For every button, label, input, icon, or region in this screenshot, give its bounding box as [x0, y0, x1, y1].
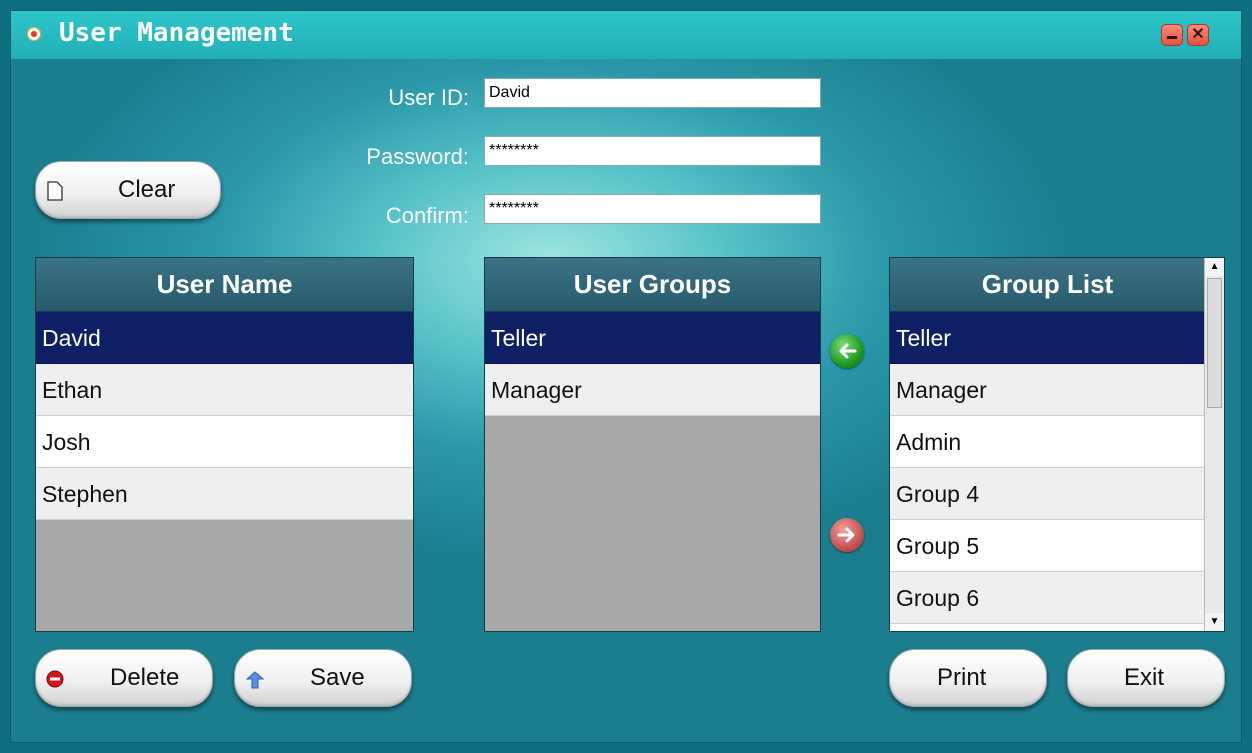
user-name-list[interactable]: User Name David Ethan Josh Stephen	[35, 257, 414, 632]
delete-button[interactable]: Delete	[35, 649, 213, 707]
arrow-right-icon	[837, 527, 855, 543]
exit-button[interactable]: Exit	[1067, 649, 1225, 707]
save-label: Save	[310, 664, 365, 691]
scroll-down-icon[interactable]: ▼	[1205, 613, 1224, 631]
password-field[interactable]	[484, 136, 821, 166]
clear-label: Clear	[118, 176, 176, 203]
save-button[interactable]: Save	[234, 649, 412, 707]
scroll-up-icon[interactable]: ▲	[1205, 258, 1224, 276]
save-arrow-icon	[245, 671, 265, 689]
add-group-button[interactable]	[830, 334, 864, 368]
exit-label: Exit	[1124, 664, 1165, 691]
list-item[interactable]: Group 4	[890, 468, 1205, 520]
list-item[interactable]: Manager	[890, 364, 1205, 416]
list-item[interactable]: Manager	[485, 364, 820, 416]
list-item[interactable]: Group 6	[890, 572, 1205, 624]
minimize-button[interactable]	[1161, 24, 1183, 46]
delete-label: Delete	[110, 664, 180, 691]
user-id-label: User ID:	[388, 85, 469, 110]
print-button[interactable]: Print	[889, 649, 1047, 707]
print-label: Print	[937, 664, 987, 691]
user-groups-list[interactable]: User Groups Teller Manager	[484, 257, 821, 632]
delete-icon	[46, 670, 64, 688]
confirm-label: Confirm:	[385, 203, 469, 228]
clear-button[interactable]: Clear	[35, 161, 221, 219]
arrow-left-icon	[839, 343, 857, 359]
list-item[interactable]: Teller	[485, 312, 820, 364]
group-list-header: Group List	[890, 258, 1205, 312]
list-item[interactable]: David	[36, 312, 413, 364]
scroll-thumb[interactable]	[1207, 278, 1222, 408]
remove-group-button[interactable]	[830, 518, 864, 552]
list-item[interactable]: Teller	[890, 312, 1205, 364]
close-button[interactable]: ✕	[1187, 24, 1209, 46]
list-item[interactable]: Josh	[36, 416, 413, 468]
close-icon: ✕	[1191, 26, 1205, 43]
user-id-field[interactable]	[484, 78, 821, 108]
password-label: Password:	[366, 144, 469, 169]
group-list-scrollbar[interactable]: ▲ ▼	[1204, 258, 1224, 631]
group-list[interactable]: Group List Teller Manager Admin Group 4 …	[889, 257, 1225, 632]
list-item[interactable]: Group 5	[890, 520, 1205, 572]
list-item[interactable]: Stephen	[36, 468, 413, 520]
title-bar: User Management ✕	[11, 11, 1241, 59]
confirm-field[interactable]	[484, 194, 821, 224]
window-title: User Management	[59, 18, 294, 48]
list-item[interactable]: Admin	[890, 416, 1205, 468]
list-item[interactable]: Ethan	[36, 364, 413, 416]
document-icon	[47, 181, 63, 201]
user-groups-header: User Groups	[485, 258, 820, 312]
app-dot-icon	[27, 27, 41, 41]
user-management-window: User Management ✕ User ID: Password: Con…	[10, 10, 1242, 743]
user-name-header: User Name	[36, 258, 413, 312]
